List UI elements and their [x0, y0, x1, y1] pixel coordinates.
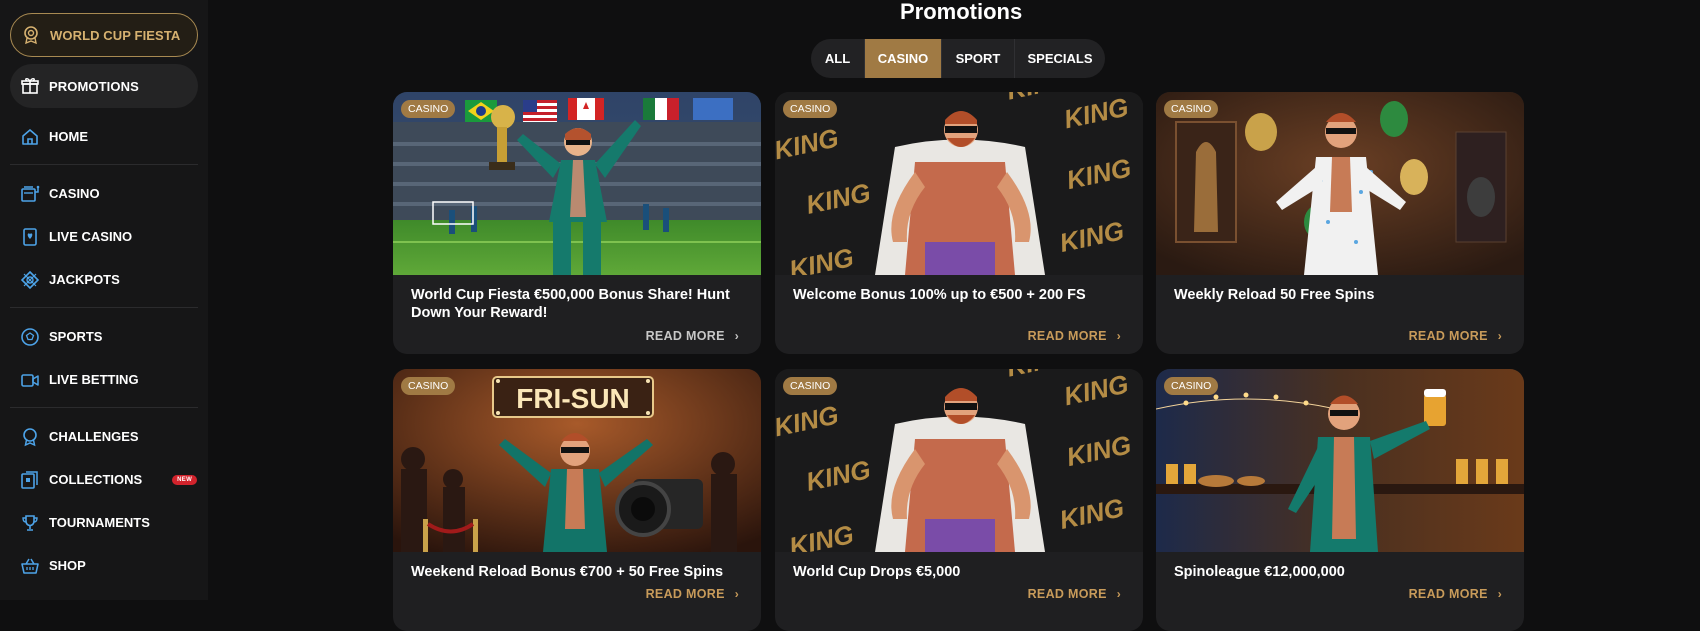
- chevron-right-icon: ›: [1497, 587, 1502, 601]
- promo-card[interactable]: KINGKINGKING KINGKINGKING KINGKING CASIN…: [775, 369, 1143, 631]
- chevron-right-icon: ›: [734, 329, 739, 343]
- sidebar-item-home[interactable]: HOME: [10, 115, 198, 158]
- soccer-ball-icon: [20, 327, 40, 347]
- tab-all[interactable]: ALL: [811, 39, 865, 78]
- chevron-right-icon: ›: [1116, 329, 1121, 343]
- promo-card[interactable]: KINGKINGKING KINGKINGKING KINGKING CASIN…: [775, 92, 1143, 354]
- promo-image-stadium: CASINO: [393, 92, 761, 275]
- tab-casino[interactable]: CASINO: [865, 39, 942, 78]
- tab-sport[interactable]: SPORT: [942, 39, 1015, 78]
- chevron-right-icon: ›: [1116, 587, 1121, 601]
- promo-card[interactable]: FRI-SUN CASINO Weekend Reload Bonus €700…: [393, 369, 761, 631]
- read-more-label: READ MORE: [645, 329, 725, 343]
- world-cup-fiesta-button[interactable]: WORLD CUP FIESTA: [10, 13, 198, 57]
- read-more-label: READ MORE: [645, 587, 725, 601]
- shop-basket-icon: [20, 556, 40, 576]
- promo-title: Weekly Reload 50 Free Spins: [1174, 287, 1375, 303]
- playing-card-icon: [20, 227, 40, 247]
- tab-specials[interactable]: SPECIALS: [1015, 39, 1105, 78]
- slot-machine-icon: [20, 184, 40, 204]
- casino-badge: CASINO: [1164, 377, 1219, 395]
- sidebar-item-live-casino[interactable]: LIVE CASINO: [10, 215, 198, 258]
- casino-badge: CASINO: [401, 377, 456, 395]
- sidebar-item-jackpots[interactable]: JACKPOTS: [10, 258, 198, 301]
- casino-badge: CASINO: [401, 100, 456, 118]
- sidebar-item-label: SPORTS: [49, 329, 103, 344]
- sidebar-item-label: TOURNAMENTS: [49, 515, 150, 530]
- promo-image-king: KINGKINGKING KINGKINGKING KINGKING CASIN…: [775, 369, 1143, 552]
- read-more-link[interactable]: READ MORE ›: [646, 587, 739, 601]
- casino-badge: CASINO: [783, 100, 838, 118]
- sidebar-item-label: COLLECTIONS: [49, 472, 143, 487]
- world-cup-fiesta-label: WORLD CUP FIESTA: [50, 27, 181, 43]
- promotions-button[interactable]: PROMOTIONS: [10, 64, 198, 108]
- read-more-link[interactable]: READ MORE ›: [1409, 329, 1502, 343]
- promotion-filter-tabs: ALL CASINO SPORT SPECIALS: [811, 39, 1105, 78]
- promo-image-fri-sun: FRI-SUN CASINO: [393, 369, 761, 552]
- promo-image-pub: CASINO: [1156, 369, 1524, 552]
- promo-card[interactable]: CASINO World Cup Fiesta €500,000 Bonus S…: [393, 92, 761, 354]
- casino-badge: CASINO: [783, 377, 838, 395]
- sidebar-item-label: SHOP: [49, 558, 86, 573]
- sidebar-item-collections[interactable]: COLLECTIONS NEW: [10, 458, 198, 501]
- sidebar-item-challenges[interactable]: CHALLENGES: [10, 415, 198, 458]
- new-badge: NEW: [172, 474, 198, 485]
- promo-title: World Cup Drops €5,000: [793, 564, 961, 580]
- promo-title: Welcome Bonus 100% up to €500 + 200 FS: [793, 287, 1086, 303]
- fri-sun-sign-text: FRI-SUN: [516, 383, 630, 414]
- sidebar-divider: [10, 164, 198, 165]
- video-camera-icon: [20, 370, 40, 390]
- sidebar-item-live-betting[interactable]: LIVE BETTING: [10, 358, 198, 401]
- promotions-label: PROMOTIONS: [49, 78, 139, 94]
- promo-card[interactable]: CASINO Weekly Reload 50 Free Spins READ …: [1156, 92, 1524, 354]
- sidebar-item-tournaments[interactable]: TOURNAMENTS: [10, 501, 198, 544]
- chevron-right-icon: ›: [734, 587, 739, 601]
- promo-image-king: KINGKINGKING KINGKINGKING KINGKING CASIN…: [775, 92, 1143, 275]
- read-more-label: READ MORE: [1027, 329, 1107, 343]
- promo-title: Spinoleague €12,000,000: [1174, 564, 1345, 580]
- jackpot-icon: [20, 270, 40, 290]
- promo-image-museum: CASINO: [1156, 92, 1524, 275]
- gift-icon: [20, 76, 40, 96]
- casino-badge: CASINO: [1164, 100, 1219, 118]
- sidebar-item-label: LIVE CASINO: [49, 229, 133, 244]
- read-more-link[interactable]: READ MORE ›: [1409, 587, 1502, 601]
- sidebar-item-casino[interactable]: CASINO: [10, 172, 198, 215]
- sidebar-item-label: CASINO: [49, 186, 100, 201]
- promo-title: Weekend Reload Bonus €700 + 50 Free Spin…: [411, 564, 724, 580]
- sidebar-divider: [10, 307, 198, 308]
- page-title: Promotions: [900, 0, 1023, 24]
- read-more-label: READ MORE: [1408, 587, 1488, 601]
- promo-card[interactable]: CASINO Spinoleague €12,000,000 READ MORE…: [1156, 369, 1524, 631]
- read-more-label: READ MORE: [1408, 329, 1488, 343]
- read-more-link[interactable]: READ MORE ›: [1028, 587, 1121, 601]
- sidebar-item-shop[interactable]: SHOP: [10, 544, 198, 587]
- sidebar-item-sports[interactable]: SPORTS: [10, 315, 198, 358]
- sidebar-item-label: CHALLENGES: [49, 429, 139, 444]
- sidebar: WORLD CUP FIESTA PROMOTIONS HOME CASINO …: [0, 0, 208, 600]
- sidebar-divider: [10, 407, 198, 408]
- promo-title: World Cup Fiesta €500,000 Bonus Share! H…: [411, 287, 730, 321]
- home-icon: [20, 127, 40, 147]
- medal-icon: [20, 427, 40, 447]
- collection-icon: [20, 470, 40, 490]
- trophy-icon: [20, 513, 40, 533]
- soccer-medal-icon: [21, 25, 41, 45]
- sidebar-item-label: HOME: [49, 129, 88, 144]
- sidebar-item-label: JACKPOTS: [49, 272, 120, 287]
- read-more-link[interactable]: READ MORE ›: [646, 329, 739, 343]
- read-more-label: READ MORE: [1027, 587, 1107, 601]
- sidebar-item-label: LIVE BETTING: [49, 372, 139, 387]
- read-more-link[interactable]: READ MORE ›: [1028, 329, 1121, 343]
- chevron-right-icon: ›: [1497, 329, 1502, 343]
